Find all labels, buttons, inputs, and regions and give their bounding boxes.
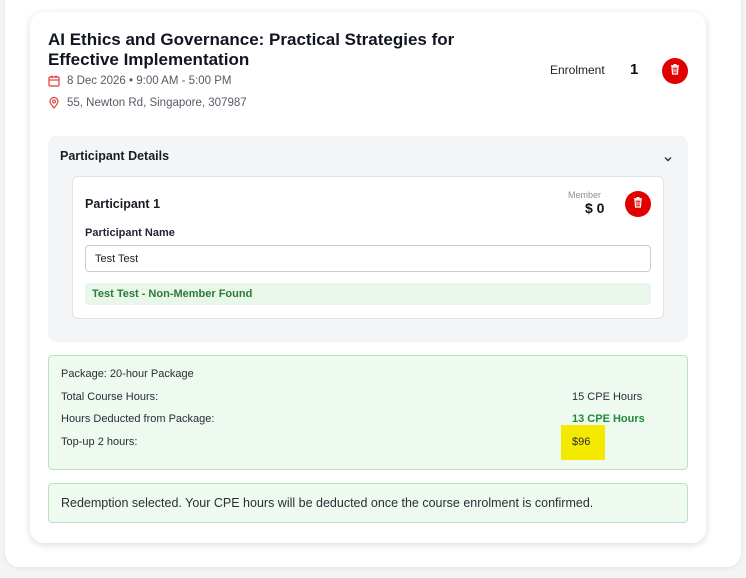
topup-value: $96 — [572, 436, 591, 448]
calendar-icon — [48, 75, 60, 87]
participant-name-input[interactable] — [85, 245, 651, 272]
enrolment-count: 1 — [630, 61, 639, 78]
remove-course-button[interactable] — [662, 58, 688, 84]
course-date-row: 8 Dec 2026 • 9:00 AM - 5:00 PM — [48, 75, 231, 87]
enrolment-label: Enrolment — [550, 63, 605, 77]
course-title: AI Ethics and Governance: Practical Stra… — [48, 30, 455, 69]
course-address-row: 55, Newton Rd, Singapore, 307987 — [48, 97, 247, 109]
course-date: 8 Dec 2026 • 9:00 AM - 5:00 PM — [67, 75, 232, 87]
trash-icon — [632, 195, 644, 213]
hours-deducted-label: Hours Deducted from Package: — [61, 413, 215, 425]
topup-label: Top-up 2 hours: — [61, 436, 138, 448]
trash-icon — [669, 62, 681, 80]
package-name: Package: 20-hour Package — [61, 368, 194, 380]
course-address: 55, Newton Rd, Singapore, 307987 — [67, 97, 247, 109]
remove-participant-button[interactable] — [625, 191, 651, 217]
total-hours-label: Total Course Hours: — [61, 391, 159, 403]
total-hours-value: 15 CPE Hours — [572, 391, 643, 403]
location-pin-icon — [48, 97, 60, 109]
participant-name-label: Participant Name — [85, 227, 175, 239]
participant-heading: Participant 1 — [85, 197, 161, 211]
hours-deducted-value: 13 CPE Hours — [572, 413, 645, 425]
member-label: Member — [568, 190, 602, 200]
member-status-message: Test Test - Non-Member Found — [85, 283, 651, 305]
redemption-notice: Redemption selected. Your CPE hours will… — [48, 483, 688, 523]
chevron-down-icon[interactable] — [663, 151, 673, 162]
member-price: $ 0 — [585, 200, 605, 216]
participant-details-title[interactable]: Participant Details — [60, 149, 169, 163]
